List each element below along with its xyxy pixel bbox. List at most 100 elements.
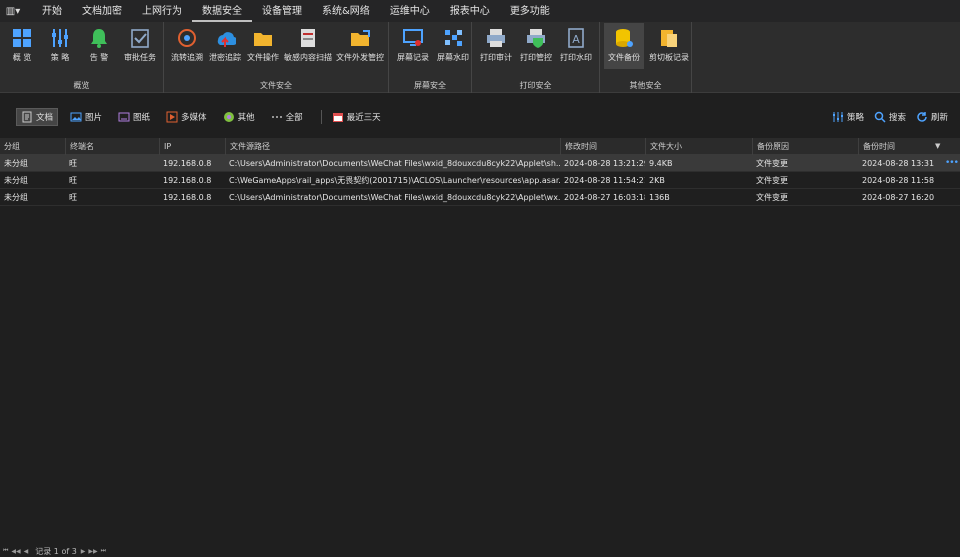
table-cell: 192.168.0.8 bbox=[163, 159, 212, 168]
file-operation-icon bbox=[254, 33, 272, 46]
ribbon-button-label: 打印水印 bbox=[560, 53, 592, 62]
app-menu-icon[interactable]: ▥▾ bbox=[0, 0, 26, 22]
ribbon-button-label: 打印审计 bbox=[480, 53, 512, 62]
first-page-icon[interactable]: ⏮ bbox=[3, 547, 8, 555]
screen-record-icon bbox=[403, 29, 423, 46]
table-cell: 2024-08-27 16:03:18 bbox=[564, 193, 645, 202]
table-row[interactable]: 未分组 旺 192.168.0.8 C:\WeGameApps\rail_apps\无… bbox=[0, 172, 960, 189]
ribbon-button-label: 流转追溯 bbox=[171, 53, 203, 62]
menu-tab-1[interactable]: 文档加密 bbox=[72, 0, 132, 22]
sort-desc-icon[interactable]: ▼ bbox=[935, 138, 940, 155]
table-row[interactable]: 未分组 旺 192.168.0.8 C:\Users\Administrator\Do… bbox=[0, 189, 960, 206]
table-cell: 文件变更 bbox=[756, 193, 788, 202]
ribbon-button-screen-watermark[interactable]: 屏幕水印 bbox=[433, 23, 473, 69]
ribbon-group-3: 打印审计 打印管控 A 打印水印 打印安全 bbox=[472, 22, 600, 93]
filter-label: 图片 bbox=[85, 113, 103, 123]
screen-watermark-icon bbox=[445, 30, 462, 46]
policy-button[interactable]: 策略 bbox=[828, 108, 868, 126]
menu-tab-3[interactable]: 数据安全 bbox=[192, 0, 252, 22]
prev-page-icon[interactable]: ◀◀ bbox=[11, 548, 20, 555]
table-cell: 192.168.0.8 bbox=[163, 193, 212, 202]
table-header: 分组 终端名 IP 文件源路径 修改时间 文件大小 备份原因 备份时间 ▼ bbox=[0, 138, 960, 155]
column-header[interactable]: IP bbox=[159, 138, 225, 155]
approval-task-icon bbox=[131, 29, 149, 48]
column-header[interactable]: 分组 bbox=[0, 138, 65, 155]
ribbon: 概 览策 略告 警审批任务 概览 流转追溯 泄密追踪 文件操作 敏感内容扫描 文件外发管控文… bbox=[0, 22, 960, 93]
ribbon-group-label: 屏幕安全 bbox=[414, 81, 446, 90]
column-header[interactable]: 文件源路径 bbox=[225, 138, 560, 155]
table-cell: C:\WeGameApps\rail_apps\无畏契约(2001715)\AC… bbox=[229, 176, 560, 185]
menu-tab-6[interactable]: 运维中心 bbox=[380, 0, 440, 22]
print-control-icon bbox=[527, 29, 545, 48]
ribbon-button-file-operation[interactable]: 文件操作 bbox=[244, 23, 282, 69]
ribbon-button-overview[interactable]: 概 览 bbox=[4, 23, 40, 69]
menu-tab-7[interactable]: 报表中心 bbox=[440, 0, 500, 22]
filter-more-dots[interactable]: 全部 bbox=[267, 108, 307, 126]
ribbon-button-alarm-bell[interactable]: 告 警 bbox=[80, 23, 118, 69]
table-cell: 192.168.0.8 bbox=[163, 176, 212, 185]
column-header[interactable]: 文件大小 bbox=[645, 138, 752, 155]
search-icon bbox=[874, 111, 886, 123]
table-cell: 未分组 bbox=[4, 193, 28, 202]
refresh-icon bbox=[917, 112, 927, 122]
ribbon-group-1: 流转追溯 泄密追踪 文件操作 敏感内容扫描 文件外发管控 文件安全 bbox=[164, 22, 389, 93]
next-record-icon[interactable]: ▶ bbox=[81, 548, 86, 555]
table-row[interactable]: 未分组 旺 192.168.0.8 C:\Users\Administrator\Do… bbox=[0, 155, 960, 172]
column-header[interactable]: 备份原因 bbox=[752, 138, 858, 155]
image-icon bbox=[70, 112, 82, 122]
table-cell: 旺 bbox=[69, 193, 77, 202]
table-cell: 2024-08-28 11:58:11 bbox=[862, 176, 934, 185]
menu-tab-0[interactable]: 开始 bbox=[32, 0, 72, 22]
ribbon-button-file-outbound[interactable]: 文件外发管控 bbox=[334, 23, 386, 69]
filter-label: 多媒体 bbox=[181, 113, 207, 123]
column-header[interactable]: 备份时间 bbox=[858, 138, 934, 155]
calendar-icon bbox=[332, 113, 343, 122]
ribbon-button-screen-record[interactable]: 屏幕记录 bbox=[393, 23, 433, 69]
column-header[interactable]: 修改时间 bbox=[560, 138, 645, 155]
menu-tab-8[interactable]: 更多功能 bbox=[500, 0, 560, 22]
toolbar-divider bbox=[320, 110, 322, 124]
refresh-button[interactable]: 刷新 bbox=[912, 108, 952, 126]
column-header[interactable]: 终端名 bbox=[65, 138, 159, 155]
next-page-icon[interactable]: ▶▶ bbox=[88, 548, 97, 555]
table-cell: 旺 bbox=[69, 176, 77, 185]
ribbon-button-print-audit[interactable]: 打印审计 bbox=[476, 23, 516, 69]
policy-sliders-icon bbox=[832, 112, 843, 122]
ribbon-button-policy[interactable]: 策 略 bbox=[40, 23, 80, 69]
ribbon-button-print-watermark[interactable]: A 打印水印 bbox=[556, 23, 596, 69]
ribbon-button-label: 文件操作 bbox=[247, 53, 279, 62]
record-count: 记录 1 of 3 bbox=[35, 546, 77, 556]
filter-label: 其他 bbox=[237, 113, 255, 123]
filter-image[interactable]: 图片 bbox=[66, 108, 106, 126]
ribbon-button-sensitive-scan[interactable]: 敏感内容扫描 bbox=[282, 23, 334, 69]
filter-document[interactable]: 文档 bbox=[16, 108, 59, 126]
prev-record-icon[interactable]: ◀ bbox=[24, 548, 29, 555]
date-range-button[interactable]: 最近三天 bbox=[328, 108, 385, 126]
drawing-icon bbox=[118, 112, 130, 122]
svg-text:A: A bbox=[572, 33, 580, 46]
refresh-label: 刷新 bbox=[930, 113, 948, 123]
filter-multimedia[interactable]: 多媒体 bbox=[162, 108, 211, 126]
menu-tab-4[interactable]: 设备管理 bbox=[252, 0, 312, 22]
row-more-icon[interactable]: ••• bbox=[945, 155, 959, 172]
filter-other[interactable]: 其他 bbox=[219, 108, 259, 126]
table-cell: 2024-08-27 16:20:17 bbox=[862, 193, 934, 202]
ribbon-button-leak-trace[interactable]: 泄密追踪 bbox=[206, 23, 244, 69]
sensitive-scan-icon bbox=[301, 29, 315, 47]
last-page-icon[interactable]: ⏭ bbox=[101, 547, 106, 555]
menu-tab-5[interactable]: 系统&网络 bbox=[312, 0, 380, 22]
table-cell: 2024-08-28 13:21:29 bbox=[564, 159, 645, 168]
print-audit-icon bbox=[487, 29, 505, 47]
ribbon-button-file-backup[interactable]: 文件备份 bbox=[604, 23, 644, 69]
filter-drawing[interactable]: 图纸 bbox=[114, 108, 154, 126]
ribbon-button-clipboard-record[interactable]: 剪切板记录 bbox=[644, 23, 694, 69]
ribbon-button-approval-task[interactable]: 审批任务 bbox=[118, 23, 162, 69]
ribbon-button-flow-trace[interactable]: 流转追溯 bbox=[168, 23, 206, 69]
ribbon-button-print-control[interactable]: 打印管控 bbox=[516, 23, 556, 69]
file-backup-icon bbox=[616, 29, 633, 47]
alarm-bell-icon bbox=[91, 29, 107, 48]
search-button[interactable]: 搜索 bbox=[870, 108, 910, 126]
menu-tab-2[interactable]: 上网行为 bbox=[132, 0, 192, 22]
ribbon-button-label: 打印管控 bbox=[520, 53, 552, 62]
ribbon-group-2: 屏幕记录 屏幕水印屏幕安全 bbox=[389, 22, 472, 93]
